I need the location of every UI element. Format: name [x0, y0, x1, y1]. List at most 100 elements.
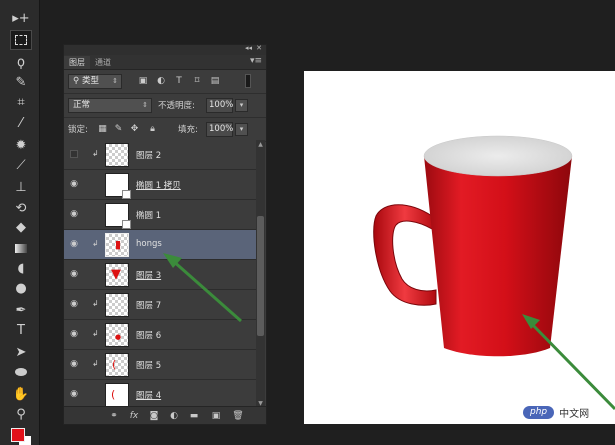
- new-group-icon[interactable]: ▬: [188, 410, 200, 422]
- eye-icon[interactable]: ◉: [68, 328, 80, 340]
- tab-channels[interactable]: 通道: [90, 56, 116, 69]
- gradient-tool-icon[interactable]: [10, 238, 32, 258]
- eye-icon[interactable]: ◉: [68, 268, 80, 280]
- blur-tool-icon[interactable]: ◖: [10, 258, 32, 278]
- pen-tool-icon[interactable]: ✒: [10, 300, 32, 320]
- blend-mode-dropdown[interactable]: 正常 ⇕: [68, 98, 152, 113]
- marquee-tool-icon[interactable]: [10, 30, 32, 50]
- shape-filter-icon[interactable]: ⌑: [191, 75, 203, 87]
- layer-name[interactable]: 椭圆 1 拷贝: [136, 179, 181, 191]
- close-icon[interactable]: ✕: [256, 44, 262, 52]
- fill-field[interactable]: 100%: [206, 122, 233, 137]
- path-select-icon[interactable]: ➤: [10, 342, 32, 362]
- eye-icon[interactable]: ◉: [68, 178, 80, 190]
- type-tool-icon[interactable]: T: [10, 320, 32, 340]
- add-mask-icon[interactable]: ◙: [148, 410, 160, 422]
- layer-name[interactable]: 图层 2: [136, 149, 161, 161]
- type-filter-icon[interactable]: T: [173, 75, 185, 87]
- tab-layers[interactable]: 图层: [64, 56, 90, 69]
- eye-icon[interactable]: ◉: [68, 298, 80, 310]
- zoom-tool-icon[interactable]: ⚲: [10, 404, 32, 424]
- history-brush-icon[interactable]: ⟲: [10, 198, 32, 218]
- layer-row-selected[interactable]: ◉ ↲ ▮ hongs: [64, 230, 257, 260]
- new-layer-icon[interactable]: ▣: [210, 410, 222, 422]
- layer-row[interactable]: ◉ 椭圆 1: [64, 200, 257, 230]
- eye-icon[interactable]: ◉: [68, 208, 80, 220]
- dot-mark: ●: [115, 333, 122, 341]
- filter-row: ⚲ 类型 ⇕ ▣ ◐ T ⌑ ▤: [64, 70, 266, 94]
- scroll-thumb[interactable]: [257, 216, 264, 336]
- filter-type-dropdown[interactable]: ⚲ 类型 ⇕: [68, 74, 122, 89]
- fill-dropdown-button[interactable]: ▾: [235, 123, 248, 136]
- panel-menu-icon[interactable]: ▾≡: [250, 56, 262, 66]
- layer-thumbnail: ▼: [105, 263, 129, 287]
- foreground-color-swatch[interactable]: [11, 428, 25, 442]
- panel-title-bar[interactable]: ◂◂ ✕: [64, 44, 266, 55]
- pixel-filter-icon[interactable]: ▣: [137, 75, 149, 87]
- chevron-icon: ⇕: [142, 101, 148, 109]
- delete-layer-icon[interactable]: 🗑︎: [232, 410, 244, 422]
- layer-row[interactable]: ◉ ↲ 图层 7: [64, 290, 257, 320]
- quick-select-icon[interactable]: ✎: [10, 72, 32, 92]
- layer-name[interactable]: 图层 3: [136, 269, 161, 281]
- visibility-toggle[interactable]: [70, 150, 78, 158]
- fill-label: 填充:: [178, 125, 198, 135]
- layer-name[interactable]: 图层 4: [136, 389, 161, 401]
- layer-name[interactable]: hongs: [136, 239, 162, 249]
- adjustment-layer-icon[interactable]: ◐: [168, 410, 180, 422]
- layer-row[interactable]: ◉ ( 图层 4: [64, 380, 257, 408]
- ellipse-tool-icon[interactable]: [10, 362, 32, 382]
- eye-icon[interactable]: ◉: [68, 238, 80, 250]
- php-logo: php: [523, 405, 555, 419]
- php-watermark: php 中文网: [523, 405, 589, 420]
- collapse-icon[interactable]: ◂◂: [245, 44, 252, 52]
- handle-mark: (: [112, 358, 117, 371]
- fx-icon[interactable]: fx: [128, 410, 140, 422]
- layer-row[interactable]: ◉ ↲ ● 图层 6: [64, 320, 257, 350]
- layer-row[interactable]: ↲ 图层 2: [64, 140, 257, 170]
- cup-body: [424, 156, 572, 357]
- link-layers-icon[interactable]: ⚭: [108, 410, 120, 422]
- blend-row: 正常 ⇕ 不透明度: 100% ▾: [64, 94, 266, 118]
- layer-name[interactable]: 椭圆 1: [136, 209, 161, 221]
- lock-row: 锁定: ▦ ✎ ✥ 🔒︎ 填充: 100% ▾: [64, 118, 266, 142]
- layer-name[interactable]: 图层 6: [136, 329, 161, 341]
- lock-transparent-icon[interactable]: ▦: [97, 123, 108, 135]
- dodge-tool-icon[interactable]: ●: [10, 278, 32, 298]
- vector-mask-icon: [122, 190, 131, 199]
- adjustment-filter-icon[interactable]: ◐: [155, 75, 167, 87]
- opacity-field[interactable]: 100%: [206, 98, 233, 113]
- lock-position-icon[interactable]: ✥: [129, 123, 140, 135]
- smartobject-filter-icon[interactable]: ▤: [209, 75, 221, 87]
- panel-tabs: 图层 通道 ▾≡: [64, 55, 266, 70]
- panel-footer: ⚭ fx ◙ ◐ ▬ ▣ 🗑︎: [64, 406, 266, 424]
- fill-value: 100%: [209, 124, 234, 134]
- lock-pixels-icon[interactable]: ✎: [113, 123, 124, 135]
- healing-brush-icon[interactable]: ✹: [10, 135, 32, 155]
- hand-tool-icon[interactable]: ✋: [10, 384, 32, 404]
- scroll-up-icon[interactable]: ▲: [256, 141, 265, 148]
- layer-row[interactable]: ◉ ▼ 图层 3: [64, 260, 257, 290]
- eyedropper-icon[interactable]: ⁄: [10, 113, 32, 133]
- blend-mode-value: 正常: [73, 100, 91, 110]
- eraser-icon[interactable]: ◆: [10, 217, 32, 237]
- move-tool-icon[interactable]: ▸+: [10, 8, 32, 28]
- lasso-tool-icon[interactable]: ϙ: [10, 52, 32, 72]
- document-canvas[interactable]: [304, 71, 615, 424]
- search-icon: ⚲: [73, 76, 82, 86]
- layer-thumbnail: [105, 203, 131, 229]
- layer-row[interactable]: ◉ ↲ ( 图层 5: [64, 350, 257, 380]
- brush-tool-icon[interactable]: ⟋: [10, 155, 32, 175]
- layers-scrollbar[interactable]: ▲ ▼: [256, 140, 265, 408]
- clone-stamp-icon[interactable]: ⊥: [10, 177, 32, 197]
- eye-icon[interactable]: ◉: [68, 388, 80, 400]
- layer-row[interactable]: ◉ 椭圆 1 拷贝: [64, 170, 257, 200]
- opacity-dropdown-button[interactable]: ▾: [235, 99, 248, 112]
- lock-all-icon[interactable]: 🔒︎: [147, 123, 158, 135]
- eye-icon[interactable]: ◉: [68, 358, 80, 370]
- filter-toggle[interactable]: [245, 74, 251, 88]
- layer-name[interactable]: 图层 5: [136, 359, 161, 371]
- crop-tool-icon[interactable]: ⌗: [10, 92, 32, 112]
- layer-name[interactable]: 图层 7: [136, 299, 161, 311]
- layer-thumbnail: [105, 143, 129, 167]
